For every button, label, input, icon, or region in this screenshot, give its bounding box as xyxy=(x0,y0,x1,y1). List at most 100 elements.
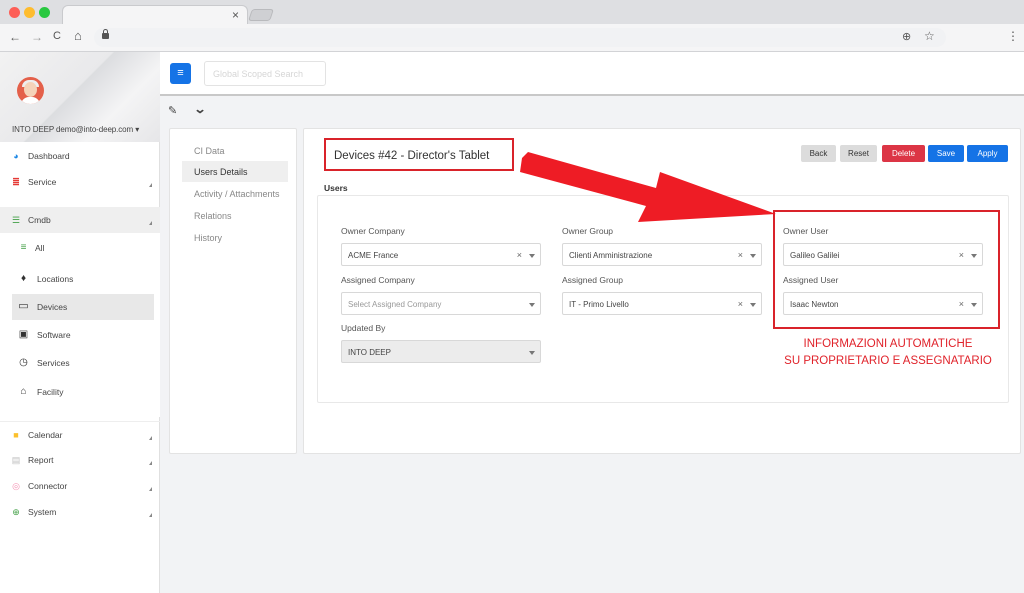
expand-caret-icon xyxy=(149,221,152,225)
dropdown-arrow-icon xyxy=(529,303,535,307)
tab-activity-attachments[interactable]: Activity / Attachments xyxy=(194,189,280,199)
apply-button[interactable]: Apply xyxy=(967,145,1008,162)
sidebar-item-services[interactable]: ◷ Services xyxy=(12,350,154,376)
calendar-icon: ■ xyxy=(13,430,19,440)
sidebar-item-dashboard[interactable]: ◕ Dashboard xyxy=(0,143,160,169)
reset-button[interactable]: Reset xyxy=(840,145,877,162)
owner-group-label: Owner Group xyxy=(562,226,614,236)
browser-chrome: × ← → C ⌂ ⊕ ☆ ⋮ xyxy=(0,0,1024,52)
tab-history[interactable]: History xyxy=(194,233,222,243)
pin-icon: ♦ xyxy=(20,273,27,284)
profile-header: INTO DEEP demo@into-deep.com ▾ xyxy=(0,52,160,142)
minimize-window-dot[interactable] xyxy=(24,7,35,18)
section-title: Users xyxy=(324,183,348,193)
sidebar-item-devices[interactable]: ▭ Devices xyxy=(12,294,154,320)
sidebar-item-label: Cmdb xyxy=(28,215,51,225)
new-tab-button[interactable] xyxy=(248,9,274,21)
expand-caret-icon xyxy=(149,183,152,187)
tab-ci-data[interactable]: CI Data xyxy=(194,146,225,156)
sidebar-item-locations[interactable]: ♦ Locations xyxy=(12,266,154,292)
zoom-icon[interactable]: ⊕ xyxy=(902,30,911,43)
sidebar-item-label: Facility xyxy=(37,387,64,397)
dropdown-arrow-icon xyxy=(750,254,756,258)
sidebar-item-label: Services xyxy=(37,358,70,368)
owner-company-label: Owner Company xyxy=(341,226,405,236)
sidebar-item-connector[interactable]: ◎ Connector xyxy=(0,473,160,499)
assigned-group-select[interactable]: IT - Primo Livello × xyxy=(562,292,762,315)
assigned-company-placeholder: Select Assigned Company xyxy=(348,300,442,309)
home-icon[interactable]: ⌂ xyxy=(74,28,82,43)
owner-group-value: Clienti Amministrazione xyxy=(569,251,653,260)
building-icon: ⌂ xyxy=(20,386,27,397)
sidebar-item-facility[interactable]: ⌂ Facility xyxy=(12,379,154,405)
edit-icon[interactable]: ✎ xyxy=(168,104,177,117)
annotation-line-1: INFORMAZIONI AUTOMATICHE xyxy=(803,338,973,350)
updated-by-value: INTO DEEP xyxy=(348,348,391,357)
sidebar-item-all[interactable]: ≡ All xyxy=(12,235,154,261)
sidebar-item-software[interactable]: ▣ Software xyxy=(12,322,154,348)
user-menu[interactable]: INTO DEEP demo@into-deep.com ▾ xyxy=(12,125,139,134)
clear-icon[interactable]: × xyxy=(738,250,743,260)
lock-icon xyxy=(102,29,109,39)
sidebar-item-label: Software xyxy=(37,330,71,340)
owner-group-select[interactable]: Clienti Amministrazione × xyxy=(562,243,762,266)
reload-icon[interactable]: C xyxy=(53,30,61,42)
dropdown-arrow-icon xyxy=(750,303,756,307)
sidebar-item-system[interactable]: ⊕ System xyxy=(0,499,160,525)
detail-tabs: CI Data Users Details Activity / Attachm… xyxy=(169,128,297,454)
browser-toolbar: ← → C ⌂ ⊕ ☆ ⋮ xyxy=(0,24,1024,52)
sidebar-item-label: Devices xyxy=(37,302,68,312)
sidebar-item-service[interactable]: ≣ Service xyxy=(0,169,160,195)
star-icon[interactable]: ☆ xyxy=(924,29,935,43)
tab-close-icon[interactable]: × xyxy=(232,8,239,22)
sidebar-item-label: Calendar xyxy=(28,430,63,440)
tab-users-details[interactable]: Users Details xyxy=(194,167,248,177)
cmdb-group: ☰ Cmdb ≡ All ♦ Locations ▭ Devices ▣ Sof… xyxy=(0,207,160,417)
sidebar-item-label: Locations xyxy=(37,274,74,284)
sidebar-item-label: Connector xyxy=(28,481,68,491)
owner-company-select[interactable]: ACME France × xyxy=(341,243,541,266)
sidebar-item-report[interactable]: ▤ Report xyxy=(0,447,160,473)
app-topbar: ≡ xyxy=(160,52,1024,96)
sidebar-item-label: Report xyxy=(28,455,54,465)
sidebar-item-label: System xyxy=(28,507,57,517)
url-bar[interactable] xyxy=(94,28,946,47)
dropdown-arrow-icon xyxy=(529,254,535,258)
assigned-group-value: IT - Primo Livello xyxy=(569,300,629,309)
chevron-down-icon[interactable]: ⌄ xyxy=(193,102,206,116)
list-icon: ≡ xyxy=(20,242,27,253)
forward-icon[interactable]: → xyxy=(31,30,43,44)
delete-button[interactable]: Delete xyxy=(882,145,925,162)
globe-icon: ⊕ xyxy=(12,507,20,517)
save-button[interactable]: Save xyxy=(928,145,964,162)
owner-assigned-highlight xyxy=(773,210,1000,329)
maximize-window-dot[interactable] xyxy=(39,7,50,18)
service-icon: ≣ xyxy=(12,177,20,187)
back-icon[interactable]: ← xyxy=(9,30,21,44)
owner-company-value: ACME France xyxy=(348,251,399,260)
back-button[interactable]: Back xyxy=(801,145,836,162)
kebab-menu-icon[interactable]: ⋮ xyxy=(1007,29,1019,43)
sidebar-item-calendar[interactable]: ■ Calendar xyxy=(0,421,160,447)
browser-tab[interactable]: × xyxy=(62,5,248,25)
assigned-company-select[interactable]: Select Assigned Company xyxy=(341,292,541,315)
database-icon: ☰ xyxy=(11,215,21,225)
sidebar-item-label: Dashboard xyxy=(28,151,70,161)
clear-icon[interactable]: × xyxy=(517,250,522,260)
clear-icon[interactable]: × xyxy=(738,299,743,309)
tab-relations[interactable]: Relations xyxy=(194,211,232,221)
updated-by-select: INTO DEEP xyxy=(341,340,541,363)
annotation-arrow-icon xyxy=(520,152,776,222)
annotation-line-2: SU PROPRIETARIO E ASSEGNATARIO xyxy=(784,355,992,367)
close-window-dot[interactable] xyxy=(9,7,20,18)
avatar[interactable] xyxy=(17,77,44,104)
expand-caret-icon xyxy=(149,461,152,465)
assigned-group-label: Assigned Group xyxy=(562,275,623,285)
assigned-company-label: Assigned Company xyxy=(341,275,415,285)
sidebar-item-cmdb[interactable]: ☰ Cmdb xyxy=(0,207,160,233)
title-highlight: Devices #42 - Director's Tablet xyxy=(324,138,514,171)
hamburger-menu-button[interactable]: ≡ xyxy=(170,63,191,84)
connector-icon: ◎ xyxy=(12,481,20,491)
page-title: Devices #42 - Director's Tablet xyxy=(334,150,490,162)
global-search-input[interactable] xyxy=(204,61,326,86)
